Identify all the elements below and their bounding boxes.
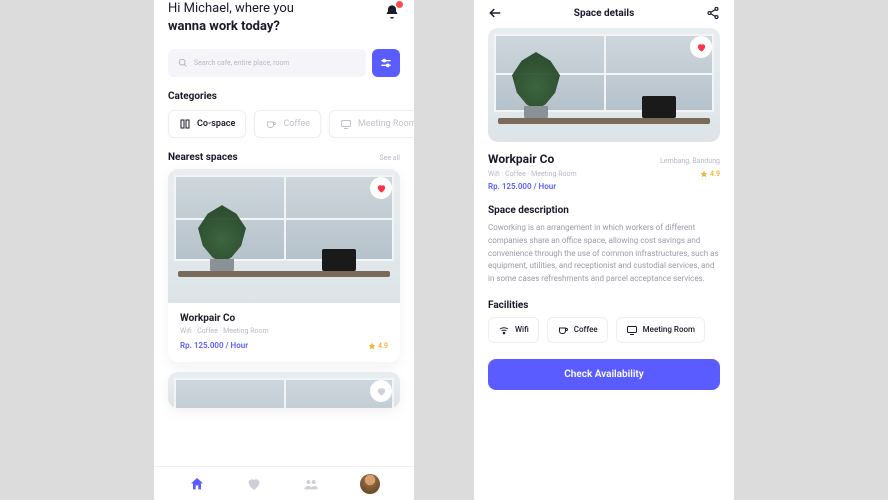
coffee-icon <box>557 324 569 336</box>
space-image <box>168 372 400 408</box>
heart-icon <box>376 183 387 194</box>
space-price: Rp. 125.000 / Hour <box>474 178 734 191</box>
details-screen: Space details Workpair Co Lembang, Bandu… <box>474 0 734 500</box>
space-location: Lembang, Bandung <box>660 157 720 165</box>
notification-button[interactable] <box>384 4 400 20</box>
sliders-icon <box>379 56 393 70</box>
facilities-title: Facilities <box>474 286 734 317</box>
wifi-icon <box>498 324 510 336</box>
facility-wifi[interactable]: Wifi <box>488 317 539 343</box>
bottom-nav <box>154 466 414 500</box>
nearest-title: Nearest spaces <box>168 152 238 163</box>
favorite-button[interactable] <box>370 177 392 199</box>
space-amenities: Wifi · Coffee · Meeting Room <box>488 170 577 178</box>
see-all-link[interactable]: See all <box>379 154 400 162</box>
star-icon <box>700 170 708 178</box>
favorite-button[interactable] <box>690 36 712 58</box>
share-button[interactable] <box>706 6 720 20</box>
space-amenities: Wifi · Coffee · Meeting Room <box>180 327 388 335</box>
filter-button[interactable] <box>372 49 400 77</box>
facility-coffee[interactable]: Coffee <box>547 317 608 343</box>
space-image <box>168 169 400 303</box>
space-rating: 4.9 <box>368 342 388 350</box>
category-list: Co-space Coffee Meeting Room <box>154 110 414 138</box>
category-label: Co-space <box>197 119 235 129</box>
space-card[interactable] <box>168 372 400 408</box>
hero-image <box>488 28 720 142</box>
meeting-room-icon <box>626 324 638 336</box>
co-space-icon <box>179 118 191 130</box>
page-title: Space details <box>574 8 634 19</box>
space-price: Rp. 125.000 / Hour <box>180 341 248 350</box>
category-coffee[interactable]: Coffee <box>254 110 321 138</box>
category-label: Coffee <box>283 119 310 129</box>
nav-profile[interactable] <box>360 474 380 494</box>
notification-dot <box>396 1 403 8</box>
space-name: Workpair Co <box>488 152 554 166</box>
category-meeting-room[interactable]: Meeting Room <box>329 110 414 138</box>
check-availability-button[interactable]: Check Availability <box>488 359 720 390</box>
space-title: Workpair Co <box>180 313 388 324</box>
facilities-list: Wifi Coffee Meeting Room <box>474 317 734 343</box>
star-icon <box>368 342 376 350</box>
nav-home[interactable] <box>189 476 205 492</box>
category-co-space[interactable]: Co-space <box>168 110 246 138</box>
nav-community[interactable] <box>303 476 319 492</box>
coffee-icon <box>265 118 277 130</box>
heart-icon <box>376 386 387 397</box>
description-text: Coworking is an arrangement in which wor… <box>474 222 734 286</box>
space-rating: 4.9 <box>700 170 720 178</box>
categories-title: Categories <box>154 77 414 110</box>
space-card[interactable]: Workpair Co Wifi · Coffee · Meeting Room… <box>168 169 400 362</box>
description-title: Space description <box>474 191 734 222</box>
home-screen: Hi Michael, where you wanna work today? … <box>154 0 414 500</box>
facility-meeting-room[interactable]: Meeting Room <box>616 317 705 343</box>
search-input[interactable]: Search cafe, entire place, room <box>168 49 366 77</box>
greeting-line-2: wanna work today? <box>168 19 280 34</box>
meeting-room-icon <box>340 118 352 130</box>
greeting-line-1: Hi Michael, where you <box>168 1 294 16</box>
category-label: Meeting Room <box>358 119 414 129</box>
nav-favorites[interactable] <box>246 476 262 492</box>
search-placeholder: Search cafe, entire place, room <box>194 59 290 67</box>
favorite-button[interactable] <box>370 380 392 402</box>
back-button[interactable] <box>488 6 502 20</box>
search-icon <box>178 58 188 68</box>
heart-icon <box>696 42 707 53</box>
greeting: Hi Michael, where you wanna work today? <box>168 0 294 35</box>
